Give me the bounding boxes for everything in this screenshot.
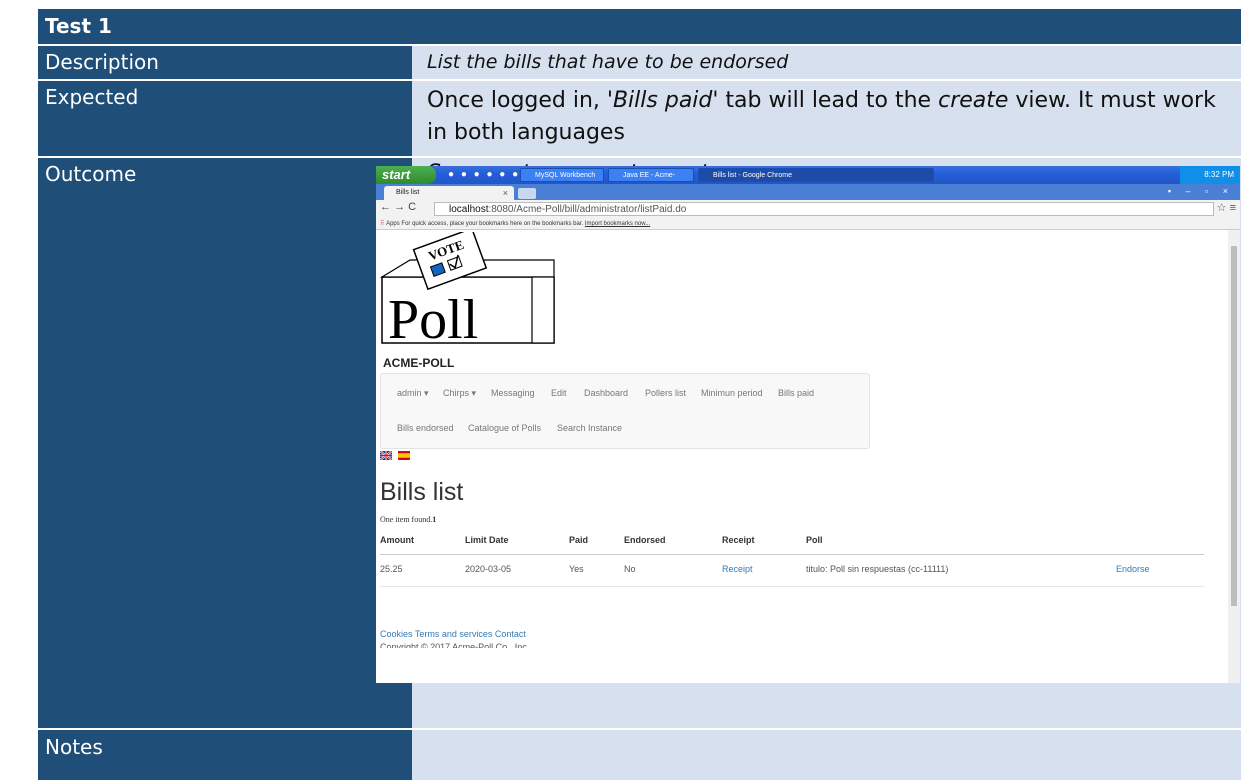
page-title: Bills list [380,478,464,506]
value-expected: Once logged in, 'Bills paid' tab will le… [412,81,1241,156]
cell-endorsed: No [624,564,636,574]
main-menu: admin ▾ Chirps ▾ Messaging Edit Dashboar… [380,373,870,449]
cell-limit-date: 2020-03-05 [465,564,512,574]
embedded-screenshot: start ● ● ● ● ● ● ● MySQL Workbench Java… [376,166,1240,683]
items-found: One item found.1 [380,515,436,524]
web-page: VOTE Poll ACME-POLL admin ▾ Chirps ▾ Mes… [376,230,1228,683]
expected-text: Once logged in, ' [427,88,613,113]
bookmarks-hint: Apps For quick access, place your bookma… [386,221,584,227]
col-endorsed[interactable]: Endorsed [624,535,666,545]
chrome-tabstrip: Bills list × ▪ – ▫ × [376,184,1240,200]
menu-bills-endorsed[interactable]: Bills endorsed [397,423,454,433]
items-found-count: 1 [432,515,437,524]
menu-dashboard[interactable]: Dashboard [584,388,628,398]
task-chrome[interactable]: Bills list - Google Chrome [698,168,934,182]
label-description: Description [38,46,412,79]
scrollbar-thumb[interactable] [1231,246,1237,606]
star-menu-icons[interactable]: ☆ ≡ [1217,201,1236,214]
back-icon[interactable]: ← [380,201,391,213]
menu-bills-paid[interactable]: Bills paid [778,388,814,398]
value-description: List the bills that have to be endorsed [412,46,1241,79]
tab-title: Bills list [396,189,420,196]
brand-name: ACME-POLL [383,356,455,370]
task-mysql[interactable]: MySQL Workbench [520,168,604,182]
menu-messaging[interactable]: Messaging [491,388,535,398]
table-row-divider [380,586,1204,587]
label-expected: Expected [38,81,412,156]
cell-poll: titulo: Poll sin respuestas (cc-11111) [806,564,949,574]
system-tray-clock: 8:32 PM [1180,166,1240,184]
expected-italic: create [938,88,1009,113]
english-flag-icon[interactable] [380,451,392,460]
menu-admin[interactable]: admin ▾ [397,388,429,399]
url-input[interactable]: localhost:8080/Acme-Poll/bill/administra… [434,202,1214,216]
expected-italic: Bills paid [612,88,713,113]
col-paid[interactable]: Paid [569,535,588,545]
label-outcome: Outcome [38,158,412,728]
close-icon[interactable]: × [503,186,508,200]
col-limit-date[interactable]: Limit Date [465,535,509,545]
window-controls[interactable]: ▪ – ▫ × [1168,186,1234,196]
new-tab-button[interactable] [518,188,536,199]
cell-amount: 25.25 [380,564,403,574]
omnibox-bar: ← → C localhost:8080/Acme-Poll/bill/admi… [376,200,1240,219]
table-header-divider [380,554,1204,555]
col-amount[interactable]: Amount [380,535,414,545]
copyright: Copyright © 2017 Acme-Poll Co., Inc. [380,642,530,648]
cell-paid: Yes [569,564,584,574]
table-header: Test 1 [38,9,1241,44]
col-poll[interactable]: Poll [806,535,823,545]
forward-icon[interactable]: → [394,201,405,213]
label-notes: Notes [38,730,412,780]
tab-bills-list[interactable]: Bills list × [384,186,514,200]
receipt-link[interactable]: Receipt [722,564,753,574]
poll-logo: VOTE Poll [380,232,555,344]
footer-links[interactable]: Cookies Terms and services Contact [380,629,526,639]
start-button[interactable]: start [376,166,436,184]
svg-text:Poll: Poll [388,289,478,344]
menu-catalogue-of-polls[interactable]: Catalogue of Polls [468,423,541,433]
url-path: :8080/Acme-Poll/bill/administrator/listP… [488,204,687,215]
apps-icon[interactable]: ⠿ [380,221,384,227]
taskbar: start ● ● ● ● ● ● ● MySQL Workbench Java… [376,166,1240,193]
endorse-link[interactable]: Endorse [1116,564,1150,574]
task-java-ee[interactable]: Java EE - Acme-Poll2.... [608,168,694,193]
url-host: localhost [449,204,489,215]
items-found-text: One item found. [380,515,433,524]
spanish-flag-icon[interactable] [398,451,411,460]
nav-buttons[interactable]: ← → C [380,201,416,213]
expected-text: ' tab will lead to the [712,88,939,113]
page-scrollbar[interactable] [1228,230,1240,683]
language-flags [380,451,412,469]
reload-icon[interactable]: C [408,201,416,213]
menu-chirps[interactable]: Chirps ▾ [443,388,476,399]
value-notes [412,730,1241,780]
menu-search-instance[interactable]: Search Instance [557,423,622,433]
menu-pollers-list[interactable]: Pollers list [645,388,686,398]
import-bookmarks-link[interactable]: Import bookmarks now... [585,221,650,227]
menu-edit[interactable]: Edit [551,388,567,398]
col-receipt[interactable]: Receipt [722,535,755,545]
menu-minimun-period[interactable]: Minimun period [701,388,763,398]
bookmarks-bar: ⠿ Apps For quick access, place your book… [376,218,1240,230]
